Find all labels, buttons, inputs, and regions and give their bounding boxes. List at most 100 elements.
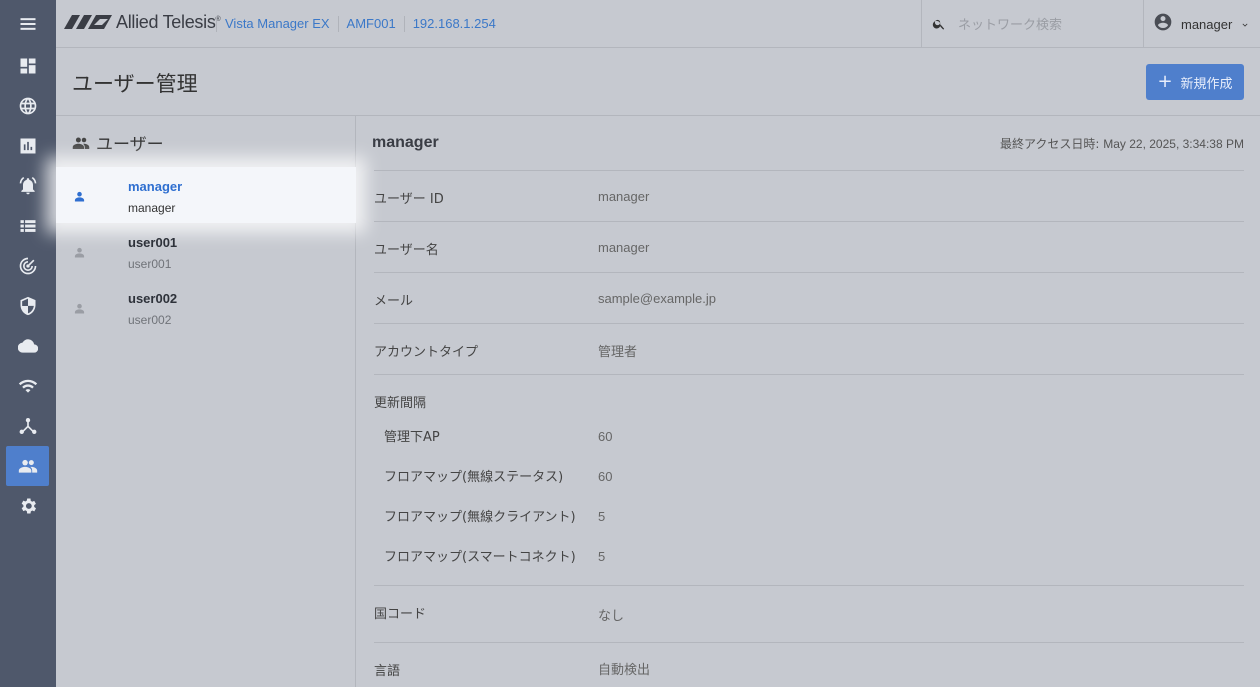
field-label: 更新間隔 [374,396,427,411]
network-search [921,0,1143,48]
nav-reports[interactable] [6,126,49,166]
person-icon-wrap [74,299,85,318]
field-user-id: ユーザー ID manager [374,170,1244,221]
account-circle-icon [1154,13,1172,31]
create-new-label: 新規作成 [1180,76,1233,92]
user-name: manager [128,201,176,215]
hamburger-icon [20,18,36,30]
field-value: manager [598,240,650,255]
nav-dashboard[interactable] [6,46,49,86]
globe-icon [19,97,36,115]
person-icon [74,191,85,202]
chevron-down-icon [1242,23,1248,27]
field-label: 言語 [374,664,401,679]
nav-users[interactable] [6,446,49,486]
user-list-title: ユーザー [96,135,164,155]
nav-radar[interactable] [6,246,49,286]
field-label: ユーザー ID [374,192,444,207]
list-item-user001[interactable]: user001 user001 [56,223,356,279]
user-menu[interactable]: manager [1143,0,1260,48]
field-label: メール [374,294,414,309]
allied-telesis-logo[interactable]: Allied Telesis® [64,10,221,34]
dashboard-icon [20,58,35,74]
interval-label-floormap-client: フロアマップ(無線クライアント) [384,510,576,525]
list-item-manager[interactable]: manager manager [56,167,356,223]
interval-label-managed-ap: 管理下AP [384,430,440,445]
plus-icon: + [1157,71,1173,92]
top-bar: Allied Telesis® Vista Manager EX AMF001 … [56,0,1260,48]
user-id: user001 [128,235,178,250]
field-refresh-interval: 更新間隔 管理下AP 60 フロアマップ(無線ステータス) 60 フロアマップ(… [374,374,1244,585]
breadcrumb-ip[interactable]: 192.168.1.254 [403,16,504,32]
user-list-panel: ユーザー manager manager user001 user001 use… [56,116,356,687]
alarm-bell-icon [19,177,36,195]
side-nav [0,0,56,687]
person-icon [74,303,85,314]
field-language: 言語 自動検出 [374,642,1244,687]
interval-value-floormap-status: 60 [598,469,613,484]
last-access: 最終アクセス日時: May 22, 2025, 3:34:38 PM [1000,135,1244,152]
search-icon [932,19,945,30]
nav-security[interactable] [6,286,49,326]
nav-wireless[interactable] [6,366,49,406]
user-id: manager [128,179,183,194]
last-access-value: May 22, 2025, 3:34:38 PM [1103,137,1244,151]
nav-cloud[interactable] [6,326,49,366]
field-label: ユーザー名 [374,243,439,258]
gear-icon [21,498,36,514]
people-icon [18,459,37,473]
hamburger-menu-button[interactable] [0,0,56,48]
field-value: 自動検出 [598,663,651,678]
cloud-icon [17,339,38,353]
person-icon [74,247,85,258]
field-country-code: 国コード なし [374,585,1244,642]
page-title: ユーザー管理 [72,72,198,96]
current-user-name: manager [1181,16,1233,32]
breadcrumb-amf[interactable]: AMF001 [337,16,404,32]
search-input[interactable] [958,16,1138,32]
user-id: user002 [128,291,178,306]
people-icon [72,137,90,149]
shield-icon [20,296,35,316]
nav-settings[interactable] [6,486,49,526]
field-value: manager [598,189,650,204]
user-detail-panel: manager 最終アクセス日時: May 22, 2025, 3:34:38 … [356,116,1260,687]
last-access-label: 最終アクセス日時: [999,137,1100,151]
user-name: user001 [128,257,172,271]
nav-devices[interactable] [6,206,49,246]
user-list-heading: ユーザー [72,130,164,155]
radar-icon [19,257,36,275]
list-item-user002[interactable]: user002 user002 [56,279,356,335]
detail-title: manager [372,134,439,151]
wifi-icon [18,379,37,393]
field-label: アカウントタイプ [374,345,479,360]
field-value: 管理者 [598,345,638,360]
interval-label-floormap-smartconnect: フロアマップ(スマートコネクト) [384,550,576,565]
nav-topology[interactable] [6,406,49,446]
bar-chart-icon [20,138,35,154]
logo-mark-icon [64,15,112,29]
person-icon-wrap [74,187,85,206]
interval-value-floormap-client: 5 [598,509,606,524]
field-account-type: アカウントタイプ 管理者 [374,323,1244,374]
field-user-name: ユーザー名 manager [374,221,1244,272]
field-label: 国コード [374,607,427,622]
field-value: なし [598,609,625,624]
interval-label-floormap-status: フロアマップ(無線ステータス) [384,470,564,485]
create-new-button[interactable]: + 新規作成 [1146,64,1244,100]
breadcrumb-product[interactable]: Vista Manager EX [216,16,338,32]
chevron-down [1232,15,1250,34]
topology-icon [19,418,36,434]
field-value: sample@example.jp [598,291,716,306]
list-icon [20,220,35,232]
interval-value-managed-ap: 60 [598,429,613,444]
breadcrumb: Vista Manager EX AMF001 192.168.1.254 [216,0,504,48]
nav-network[interactable] [6,86,49,126]
user-name: user002 [128,313,172,327]
avatar [1153,12,1173,36]
logo-text: Allied Telesis® [116,11,221,32]
nav-alerts[interactable] [6,166,49,206]
person-icon-wrap [74,243,85,262]
field-email: メール sample@example.jp [374,272,1244,323]
interval-value-floormap-smartconnect: 5 [598,549,606,564]
